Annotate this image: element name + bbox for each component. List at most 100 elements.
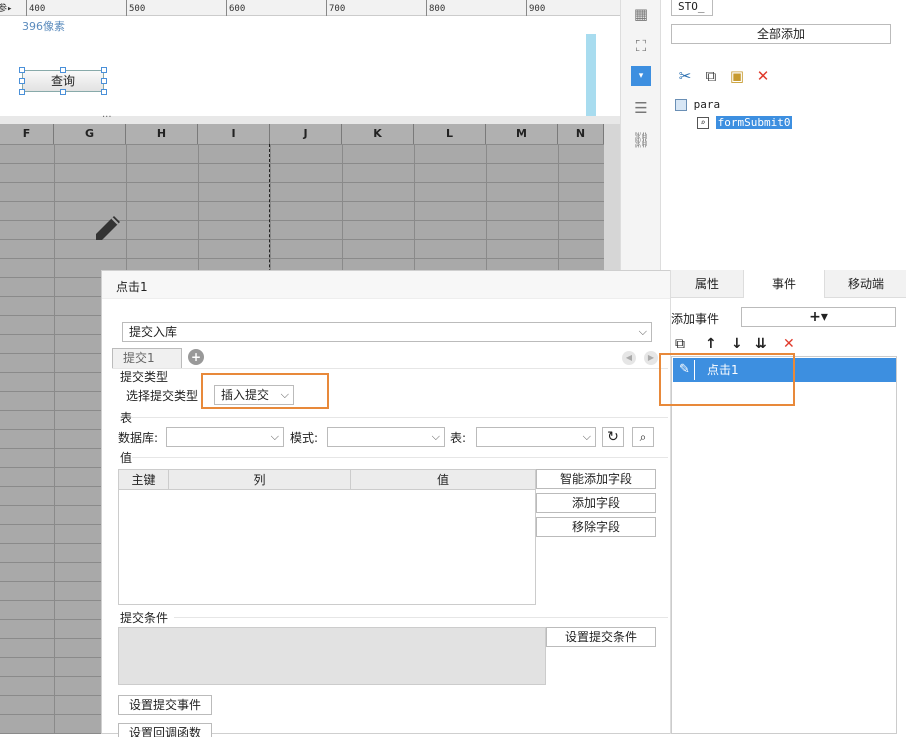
section-value: 值 [120,451,133,465]
set-callback-button[interactable]: 设置回调函数 [118,723,212,737]
parameter-icon [675,99,687,111]
resize-handle[interactable] [19,67,25,73]
arrow-down-icon[interactable]: ↓ [731,336,743,352]
form-canvas[interactable] [0,16,620,116]
grid-row-line [0,258,604,259]
highlight-box [659,353,795,406]
tree-child[interactable]: ⌕ formSubmit0 [697,116,793,129]
dropdown-widget-icon[interactable]: ▾ [631,66,651,86]
resize-handle[interactable] [101,89,107,95]
database-label: 数据库: [118,431,159,445]
table-select[interactable]: ⌵ [476,427,596,447]
column-header-h[interactable]: H [126,124,198,144]
column-header-k[interactable]: K [342,124,414,144]
schema-select[interactable]: ⌵ [327,427,445,447]
tab-properties[interactable]: 属性 [671,270,743,298]
tree-child-label: formSubmit0 [715,116,793,129]
delete-event-icon[interactable]: ✕ [783,336,795,352]
ruler-label: 400 [29,4,46,14]
add-field-button[interactable]: 添加字段 [536,493,656,513]
layout-icon[interactable]: ☰ [631,98,651,118]
tab-mobile[interactable]: 移动端 [825,270,906,298]
grid-row-line [0,201,604,202]
horizontal-ruler: 参▸ 400 500 600 700 800 900 [0,0,620,16]
ruler-label: 800 [429,4,446,14]
delete-icon[interactable]: ✕ [753,66,773,86]
column-header-n[interactable]: N [558,124,604,144]
table-label: 表: [450,431,467,445]
remove-field-button[interactable]: 移除字段 [536,517,656,537]
event-list [671,356,897,734]
column-header-f[interactable]: F [0,124,54,144]
refresh-icon[interactable]: ↻ [602,427,624,447]
column-header-j[interactable]: J [270,124,342,144]
section-table: 表 [120,411,133,425]
column-header-l[interactable]: L [414,124,486,144]
set-condition-button[interactable]: 设置提交条件 [546,627,656,647]
frame-icon[interactable]: ⛶ [631,36,651,56]
ruler-label: 500 [129,4,146,14]
tree-root[interactable]: para [675,98,720,111]
column-header-primary-key: 主键 [119,470,169,490]
add-event-button[interactable]: +▾ [741,307,896,327]
chevron-down-icon: ⌵ [431,430,440,443]
chevron-down-icon: ⌵ [270,430,279,443]
pixel-distance-note: 396像素 [22,20,65,33]
tab-prev-icon[interactable]: ◀ [622,351,636,365]
tree-root-label: para [693,98,721,111]
tab-next-icon[interactable]: ▶ [644,351,658,365]
highlight-box [201,373,329,409]
resize-handle[interactable] [60,67,66,73]
arrow-up-icon[interactable]: ↑ [705,336,717,352]
field-table[interactable]: 主键 列 值 [118,469,536,605]
ruler-corner: 参▸ [0,4,13,14]
link-icon[interactable]: ⛓ [631,130,651,150]
section-condition: 提交条件 [120,611,169,625]
cut-icon[interactable]: ✂ [675,66,695,86]
submit-dialog: 点击1 提交入库 ⌵ 提交1 + ◀ ▶ 提交类型 选择提交类型 插入提交 ⌵ 表 … [101,270,672,737]
properties-panel: 属性 事件 移动端 添加事件 +▾ ⧉ ↑ ↓ ⇊ ✕ ✎ 点击1 [659,270,906,734]
tab-submit1[interactable]: 提交1 [112,348,182,368]
resize-handle[interactable] [101,67,107,73]
add-tab-icon[interactable]: + [188,349,204,365]
add-all-button[interactable]: 全部添加 [671,24,891,44]
table-icon[interactable]: ▦ [631,4,651,24]
ruler-label: 700 [329,4,346,14]
set-submit-event-button[interactable]: 设置提交事件 [118,695,212,715]
grid-row-line [0,144,604,145]
column-header-m[interactable]: M [486,124,558,144]
query-icon: ⌕ [697,117,709,129]
resize-handle[interactable] [19,89,25,95]
pane-splitter[interactable]: ··· [0,112,620,124]
widget-toolbar: ▦ ⛶ ▾ ☰ ⛓ [620,0,660,270]
submit-type-select-value: 提交入库 [129,325,178,339]
ruler-label: 600 [229,4,246,14]
column-header-column: 列 [169,470,351,490]
resize-handle[interactable] [60,89,66,95]
sto-field[interactable]: STO_ [671,0,713,16]
schema-label: 模式: [290,431,319,445]
tab-events[interactable]: 事件 [743,270,825,298]
paste-icon[interactable]: ▣ [727,66,747,86]
resize-handle[interactable] [19,78,25,84]
copy-icon[interactable]: ⧉ [701,66,721,86]
submit-type-select[interactable]: 提交入库 ⌵ [122,322,652,342]
chevron-down-icon: ⌵ [582,430,591,443]
resize-handle[interactable] [101,78,107,84]
chevron-down-icon: ⌵ [638,325,647,338]
grid-row-line [0,163,604,164]
ruler-label: 900 [529,4,546,14]
database-select[interactable]: ⌵ [166,427,284,447]
smart-add-field-button[interactable]: 智能添加字段 [536,469,656,489]
column-header-value: 值 [436,473,449,487]
grid-col-line [54,144,55,734]
section-submit-type: 提交类型 [120,370,169,384]
copy-event-icon[interactable]: ⧉ [675,336,685,352]
column-header-i[interactable]: I [198,124,270,144]
column-header-g[interactable]: G [54,124,126,144]
dialog-title: 点击1 [116,280,148,294]
grid-row-line [0,182,604,183]
condition-area[interactable] [118,627,546,685]
search-icon[interactable]: ⌕ [632,427,654,447]
sort-down-icon[interactable]: ⇊ [755,336,767,352]
